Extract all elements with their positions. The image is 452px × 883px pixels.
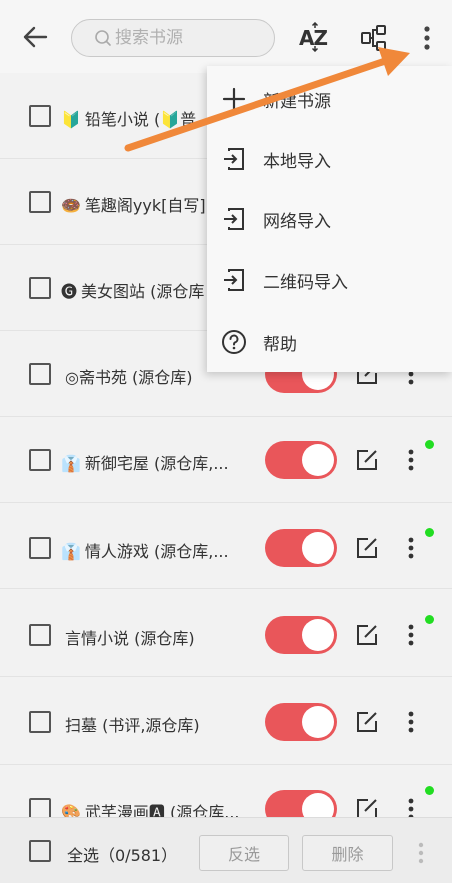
source-name-text: 扫墓 (书评,源仓库) xyxy=(65,716,200,735)
source-emoji: 🍩 xyxy=(61,196,81,215)
import-icon xyxy=(224,148,244,170)
arrow-left-icon xyxy=(23,26,48,48)
edit-icon[interactable] xyxy=(355,536,379,560)
back-button[interactable] xyxy=(18,20,52,54)
more-vert-icon[interactable] xyxy=(404,710,418,734)
plus-icon xyxy=(222,87,246,111)
menu-item-help[interactable]: 帮助 xyxy=(207,312,452,372)
import-icon xyxy=(224,269,244,291)
more-options-button[interactable] xyxy=(414,22,440,54)
menu-item-label: 新建书源 xyxy=(263,91,331,112)
top-bar: AZ xyxy=(0,0,452,73)
toggle-knob xyxy=(302,706,334,738)
sort-arrow-icon xyxy=(311,22,319,52)
source-name: 👔 情人游戏 (源仓库,... xyxy=(61,538,229,562)
status-dot xyxy=(425,528,434,537)
row-checkbox[interactable] xyxy=(29,537,51,559)
source-name: 扫墓 (书评,源仓库) xyxy=(61,712,200,736)
source-name: 言情小说 (源仓库) xyxy=(61,625,195,649)
status-dot xyxy=(425,786,434,795)
source-name: ◎斋书苑 (源仓库) xyxy=(61,364,193,388)
select-all-checkbox[interactable] xyxy=(29,840,51,862)
search-input[interactable] xyxy=(115,28,265,48)
row-checkbox[interactable] xyxy=(29,191,51,213)
edit-icon[interactable] xyxy=(355,710,379,734)
list-item[interactable]: 👔 新御宅屋 (源仓库,... xyxy=(0,417,452,503)
list-item[interactable]: 扫墓 (书评,源仓库) xyxy=(0,679,452,765)
edit-icon[interactable] xyxy=(355,448,379,472)
search-icon xyxy=(95,30,111,46)
source-name-text: 新御宅屋 (源仓库,... xyxy=(84,454,229,473)
overflow-menu: 新建书源 本地导入 网络导入 二维码导入 帮助 xyxy=(207,66,452,372)
source-name-text: 笔趣阁yyk[自写] xyxy=(84,196,206,215)
source-emoji: 🅖 xyxy=(61,282,78,301)
select-all-label[interactable]: 全选（0/581） xyxy=(67,842,177,866)
source-name-text: 情人游戏 (源仓库,... xyxy=(84,542,229,561)
menu-item-label: 网络导入 xyxy=(263,211,331,232)
source-name: 🍩 笔趣阁yyk[自写] xyxy=(61,192,206,216)
status-dot xyxy=(425,615,434,624)
list-item[interactable]: 言情小说 (源仓库) xyxy=(0,591,452,677)
enable-toggle[interactable] xyxy=(265,616,337,654)
more-vert-icon[interactable] xyxy=(404,536,418,560)
row-checkbox[interactable] xyxy=(29,363,51,385)
source-name-text: 言情小说 (源仓库) xyxy=(65,629,195,648)
row-checkbox[interactable] xyxy=(29,711,51,733)
source-name-text: 美女图站 (源仓库 xyxy=(81,282,205,301)
enable-toggle[interactable] xyxy=(265,529,337,567)
more-vert-icon[interactable] xyxy=(404,623,418,647)
invert-selection-button[interactable]: 反选 xyxy=(199,835,289,871)
list-item[interactable]: 👔 情人游戏 (源仓库,... xyxy=(0,503,452,589)
list-item[interactable]: 🎨 武芊漫画🅰 (源仓库... xyxy=(0,765,452,828)
more-vert-icon[interactable] xyxy=(415,841,427,865)
delete-button[interactable]: 删除 xyxy=(302,835,393,871)
more-vert-icon[interactable] xyxy=(404,448,418,472)
group-button[interactable] xyxy=(360,24,388,52)
more-vert-icon xyxy=(424,26,430,50)
status-dot xyxy=(425,440,434,449)
row-checkbox[interactable] xyxy=(29,277,51,299)
import-icon xyxy=(224,208,244,230)
row-checkbox[interactable] xyxy=(29,624,51,646)
enable-toggle[interactable] xyxy=(265,703,337,741)
menu-item-new-source[interactable]: 新建书源 xyxy=(207,69,452,129)
sort-button[interactable]: AZ xyxy=(297,22,331,52)
menu-item-label: 二维码导入 xyxy=(263,272,348,293)
source-name-text: 铅笔小说 (🔰普 xyxy=(84,110,197,129)
menu-item-label: 本地导入 xyxy=(263,151,331,172)
enable-toggle[interactable] xyxy=(265,441,337,479)
menu-item-qrcode-import[interactable]: 二维码导入 xyxy=(207,250,452,310)
row-checkbox[interactable] xyxy=(29,105,51,127)
toggle-knob xyxy=(302,532,334,564)
toggle-knob xyxy=(302,619,334,651)
menu-item-label: 帮助 xyxy=(263,334,297,355)
source-name: 🔰 铅笔小说 (🔰普 xyxy=(61,106,196,130)
help-icon xyxy=(222,330,246,354)
source-name: 👔 新御宅屋 (源仓库,... xyxy=(61,450,229,474)
menu-item-network-import[interactable]: 网络导入 xyxy=(207,189,452,249)
group-icon xyxy=(361,25,386,51)
source-emoji: 👔 xyxy=(61,454,81,473)
toggle-knob xyxy=(302,444,334,476)
bottom-bar: 全选（0/581） 反选 删除 xyxy=(0,817,452,883)
source-emoji: 🔰 xyxy=(61,110,81,129)
menu-item-local-import[interactable]: 本地导入 xyxy=(207,129,452,189)
source-emoji: 👔 xyxy=(61,542,81,561)
search-box[interactable] xyxy=(71,19,275,57)
edit-icon[interactable] xyxy=(355,623,379,647)
row-checkbox[interactable] xyxy=(29,449,51,471)
source-name-text: ◎斋书苑 (源仓库) xyxy=(65,368,193,387)
source-name: 🅖 美女图站 (源仓库 xyxy=(61,278,204,302)
